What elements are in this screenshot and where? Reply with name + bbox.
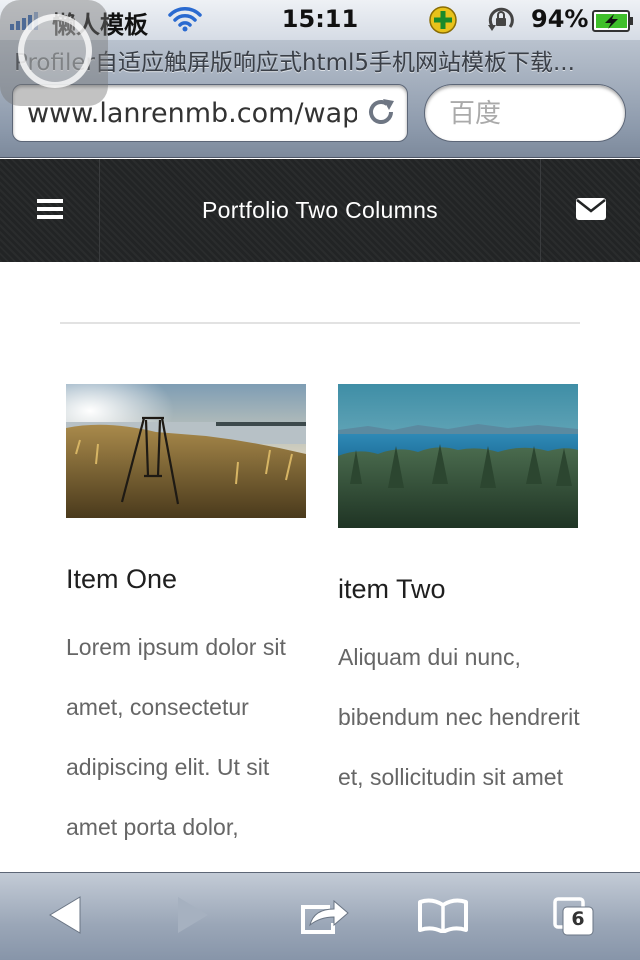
contact-button[interactable] [540,159,640,262]
back-button[interactable] [20,873,110,960]
reload-icon[interactable] [365,97,397,133]
back-arrow-icon [48,896,82,938]
tab-count: 6 [571,908,585,930]
app-badge-icon [428,5,458,39]
menu-button[interactable] [0,159,100,262]
item-title[interactable]: Item One [66,564,306,595]
share-icon [300,895,350,939]
forward-button[interactable] [148,873,238,960]
assistive-touch-button[interactable] [0,0,108,106]
browser-bottom-toolbar: 6 [0,872,640,960]
header-title: Portfolio Two Columns [202,197,438,223]
hamburger-menu-icon [36,198,63,224]
tabs-icon: 6 [551,897,595,937]
grassland-lake-swing-photo[interactable] [66,384,306,518]
rotation-lock-icon [484,5,518,39]
divider [60,322,580,324]
item-description: Lorem ipsum dolor sit amet, consectetur … [66,634,286,840]
portfolio-item: item Two Aliquam dui nunc, bibendum nec … [338,384,580,807]
item-title[interactable]: item Two [338,574,578,605]
bookmarks-button[interactable] [398,873,488,960]
bookmarks-icon [418,897,468,937]
item-description: Aliquam dui nunc, bibendum nec hendrerit… [338,644,580,790]
share-button[interactable] [280,873,370,960]
site-header: Portfolio Two Columns [0,159,640,262]
search-input[interactable] [424,84,626,142]
portfolio-item: Item One Lorem ipsum dolor sit amet, con… [66,384,306,857]
envelope-icon [575,197,606,224]
forest-sea-mountains-photo[interactable] [338,384,578,528]
tabs-button[interactable]: 6 [528,873,618,960]
battery-icon [592,10,634,36]
portfolio-content: Item One Lorem ipsum dolor sit amet, con… [0,262,640,872]
forward-arrow-icon [176,896,210,938]
battery-percentage: 94% [531,5,589,33]
